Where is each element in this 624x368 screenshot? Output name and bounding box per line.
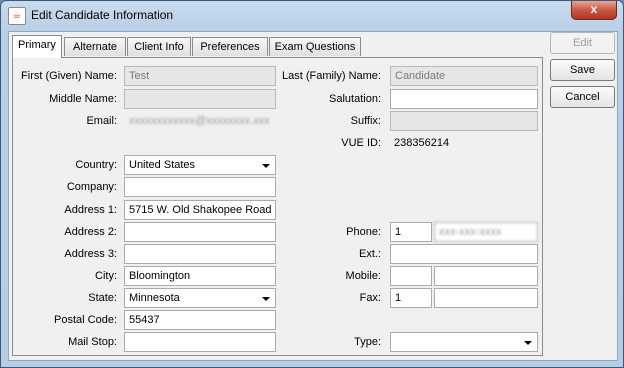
ext-field[interactable] (390, 244, 538, 264)
dialog-body: Primary Alternate Client Info Preference… (8, 31, 618, 361)
fax-number-field[interactable] (434, 288, 538, 308)
type-select[interactable] (390, 332, 538, 352)
tab-client-info[interactable]: Client Info (127, 37, 191, 56)
tab-primary[interactable]: Primary (12, 35, 62, 58)
title-bar: ☕ Edit Candidate Information x (1, 1, 623, 31)
company-field[interactable] (124, 177, 276, 197)
edit-button[interactable]: Edit (550, 32, 615, 54)
vue-id-value: 238356214 (394, 137, 450, 149)
type-label: Type: (354, 336, 381, 348)
fax-country-code-field[interactable]: 1 (390, 288, 432, 308)
window-title: Edit Candidate Information (31, 8, 174, 22)
address1-label: Address 1: (64, 204, 117, 216)
address3-label: Address 3: (64, 248, 117, 260)
address1-field[interactable]: 5715 W. Old Shakopee Road (124, 200, 276, 220)
suffix-field[interactable] (390, 111, 538, 131)
mobile-number-field[interactable] (434, 266, 538, 286)
postal-code-label: Postal Code: (54, 314, 117, 326)
fax-label: Fax: (359, 292, 381, 304)
edit-candidate-window: ☕ Edit Candidate Information x Primary A… (0, 0, 624, 368)
company-label: Company: (66, 181, 117, 193)
email-label: Email: (86, 115, 117, 127)
vue-id-label: VUE ID: (341, 137, 381, 149)
address2-label: Address 2: (64, 226, 117, 238)
primary-tab-panel: First (Given) Name: Test Middle Name: Em… (12, 57, 543, 356)
mail-stop-label: Mail Stop: (68, 336, 117, 348)
last-name-field[interactable]: Candidate (390, 66, 538, 86)
close-button[interactable]: x (571, 1, 617, 20)
first-name-label: First (Given) Name: (21, 70, 117, 82)
mobile-label: Mobile: (345, 270, 381, 282)
last-name-label: Last (Family) Name: (281, 70, 381, 82)
tab-preferences[interactable]: Preferences (192, 37, 268, 56)
save-button[interactable]: Save (550, 59, 615, 81)
java-app-icon: ☕ (8, 7, 26, 25)
middle-name-label: Middle Name: (49, 93, 117, 105)
ext-label: Ext.: (358, 248, 381, 260)
phone-number-field[interactable]: xxx-xxx-xxxx (434, 222, 538, 242)
country-select[interactable]: United States (124, 155, 276, 175)
country-label: Country: (75, 159, 117, 171)
postal-code-field[interactable]: 55437 (124, 310, 276, 330)
city-label: City: (95, 270, 117, 282)
phone-label: Phone: (346, 226, 381, 238)
mobile-country-code-field[interactable] (390, 266, 432, 286)
salutation-label: Salutation: (329, 93, 381, 105)
tab-exam-questions[interactable]: Exam Questions (269, 37, 361, 56)
state-label: State: (88, 292, 117, 304)
phone-country-code-field[interactable]: 1 (390, 222, 432, 242)
salutation-field[interactable] (390, 89, 538, 109)
cancel-button[interactable]: Cancel (550, 86, 615, 108)
tab-alternate[interactable]: Alternate (64, 37, 126, 56)
suffix-label: Suffix: (350, 115, 381, 127)
